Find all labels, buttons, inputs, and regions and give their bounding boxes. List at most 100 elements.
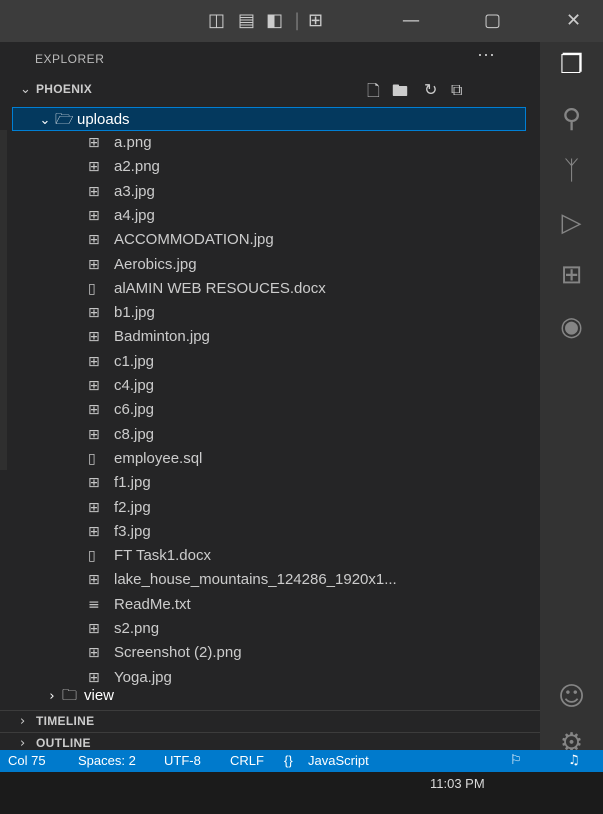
toggle-primary-sidebar-icon[interactable]: ◫ bbox=[208, 10, 225, 31]
file-item[interactable]: ⊞ f1.jpg bbox=[88, 471, 151, 495]
file-name: Badminton.jpg bbox=[114, 328, 210, 346]
folder-icon: 🗀 bbox=[62, 686, 78, 704]
file-item[interactable]: ⊞ c6.jpg bbox=[88, 398, 154, 422]
file-name: f2.jpg bbox=[114, 498, 151, 516]
image-file-icon: ⊞ bbox=[88, 572, 100, 589]
file-item[interactable]: ⊞ Aerobics.jpg bbox=[88, 253, 197, 277]
new-file-icon[interactable]: 🗋 bbox=[367, 80, 380, 107]
image-file-icon: ⊞ bbox=[88, 402, 100, 419]
chevron-right-icon: › bbox=[20, 736, 26, 751]
image-file-icon: ⊞ bbox=[88, 232, 100, 249]
folder-label: view bbox=[84, 687, 115, 704]
notifications-bell-icon[interactable]: ♫ bbox=[568, 750, 580, 772]
file-item[interactable]: ⊞ s2.png bbox=[88, 617, 159, 641]
file-item[interactable]: ⊞ Screenshot (2).png bbox=[88, 641, 242, 665]
image-file-icon: ⊞ bbox=[88, 499, 100, 516]
file-name: c8.jpg bbox=[114, 425, 155, 443]
activity-bar: ❐ ⚲ ᛉ ▷ ⊞ ◉ ☺ ⚙ bbox=[540, 42, 603, 758]
new-folder-icon[interactable]: 🖿 bbox=[392, 80, 408, 107]
restore-button[interactable]: ▢ bbox=[484, 10, 501, 31]
file-name: employee.sql bbox=[114, 449, 203, 467]
file-item[interactable]: ▯ FT Task1.docx bbox=[88, 544, 211, 568]
file-name: Aerobics.jpg bbox=[114, 255, 197, 273]
project-section-header[interactable]: ⌄ PHOENIX bbox=[20, 82, 92, 97]
toggle-secondary-sidebar-icon[interactable]: ◧ bbox=[266, 10, 283, 31]
title-divider: | bbox=[294, 10, 301, 31]
run-and-debug-icon[interactable]: ▷ bbox=[540, 208, 603, 238]
extensions-icon[interactable]: ⊞ bbox=[540, 260, 603, 290]
status-bar: Col 75 Spaces: 2 UTF-8 CRLF {} JavaScrip… bbox=[0, 750, 603, 772]
explorer-header: EXPLORER bbox=[35, 52, 105, 66]
file-item[interactable]: ≡ ReadMe.txt bbox=[88, 593, 191, 617]
file-name: a4.jpg bbox=[114, 206, 155, 224]
language-mode[interactable]: JavaScript bbox=[308, 750, 369, 772]
file-item[interactable]: ⊞ lake_house_mountains_124286_1920x1... bbox=[88, 568, 397, 592]
file-item[interactable]: ⊞ f3.jpg bbox=[88, 520, 151, 544]
file-name: a3.jpg bbox=[114, 182, 155, 200]
file-name: FT Task1.docx bbox=[114, 547, 211, 565]
file-name: ACCOMMODATION.jpg bbox=[114, 231, 274, 249]
image-file-icon: ⊞ bbox=[88, 183, 100, 200]
account-icon[interactable]: ☺ bbox=[540, 682, 603, 712]
text-file-icon: ≡ bbox=[88, 596, 100, 613]
file-name: c6.jpg bbox=[114, 401, 155, 419]
outline-label: OUTLINE bbox=[36, 736, 91, 750]
github-icon[interactable]: ◉ bbox=[540, 312, 603, 342]
more-actions-button[interactable]: ··· bbox=[477, 44, 495, 65]
image-file-icon: ⊞ bbox=[88, 426, 100, 443]
file-item[interactable]: ⊞ c1.jpg bbox=[88, 350, 154, 374]
file-name: c1.jpg bbox=[114, 352, 155, 370]
indentation[interactable]: Spaces: 2 bbox=[78, 750, 136, 772]
encoding[interactable]: UTF-8 bbox=[164, 750, 201, 772]
file-name: s2.png bbox=[114, 620, 160, 637]
chevron-down-icon: ⌄ bbox=[39, 113, 51, 128]
source-control-icon[interactable]: ᛉ bbox=[540, 156, 603, 186]
collapse-all-icon[interactable]: ⧉ bbox=[451, 80, 462, 100]
title-bar: ◫ ▤ ◧ | ⊞ — ▢ ✕ bbox=[0, 0, 603, 42]
file-name: Screenshot (2).png bbox=[114, 644, 242, 662]
explorer-icon[interactable]: ❐ bbox=[540, 50, 603, 80]
outline-section-header[interactable]: › OUTLINE bbox=[20, 736, 91, 751]
image-file-icon: ⊞ bbox=[88, 645, 100, 662]
file-icon: ▯ bbox=[88, 548, 96, 565]
image-file-icon: ⊞ bbox=[88, 329, 100, 346]
refresh-icon[interactable]: ↻ bbox=[424, 80, 437, 99]
file-item[interactable]: ⊞ c4.jpg bbox=[88, 374, 154, 398]
cursor-position[interactable]: Col 75 bbox=[8, 750, 46, 772]
file-item[interactable]: ⊞ a2.png bbox=[88, 155, 160, 179]
file-item[interactable]: ⊞ Badminton.jpg bbox=[88, 325, 210, 349]
search-icon[interactable]: ⚲ bbox=[540, 104, 603, 134]
file-item[interactable]: ▯ employee.sql bbox=[88, 447, 202, 471]
file-item[interactable]: ⊞ a3.jpg bbox=[88, 180, 155, 204]
file-item[interactable]: ⊞ c8.jpg bbox=[88, 423, 154, 447]
file-item[interactable]: ▯ alAMIN WEB RESOUCES.docx bbox=[88, 277, 326, 301]
image-file-icon: ⊞ bbox=[88, 305, 100, 322]
file-item[interactable]: ⊞ ACCOMMODATION.jpg bbox=[88, 228, 274, 252]
image-file-icon: ⊞ bbox=[88, 523, 100, 540]
folder-view[interactable]: › 🗀 view bbox=[12, 684, 524, 706]
clock: 11:03 PM bbox=[430, 776, 485, 791]
image-file-icon: ⊞ bbox=[88, 159, 100, 176]
image-file-icon: ⊞ bbox=[88, 621, 100, 637]
file-item[interactable]: ⊞ a.png bbox=[88, 131, 152, 155]
toggle-panel-icon[interactable]: ▤ bbox=[238, 10, 255, 31]
end-of-line[interactable]: CRLF bbox=[230, 750, 264, 772]
minimize-button[interactable]: — bbox=[402, 10, 420, 31]
close-button[interactable]: ✕ bbox=[566, 10, 581, 31]
file-name: alAMIN WEB RESOUCES.docx bbox=[114, 279, 326, 297]
language-mode-braces: {} bbox=[284, 753, 293, 768]
folder-uploads[interactable]: ⌄ 🗁 uploads bbox=[12, 107, 526, 131]
chevron-right-icon: › bbox=[20, 714, 26, 729]
section-divider-2 bbox=[0, 732, 540, 733]
taskbar: 11:03 PM bbox=[0, 772, 603, 814]
customize-layout-icon[interactable]: ⊞ bbox=[308, 10, 323, 31]
file-item[interactable]: ⊞ a4.jpg bbox=[88, 204, 155, 228]
file-item[interactable]: ⊞ f2.jpg bbox=[88, 496, 151, 520]
timeline-section-header[interactable]: › TIMELINE bbox=[20, 714, 94, 729]
image-file-icon: ⊞ bbox=[88, 207, 100, 224]
file-name: f1.jpg bbox=[114, 474, 151, 492]
file-item[interactable]: ⊞ b1.jpg bbox=[88, 301, 155, 325]
file-name: c4.jpg bbox=[114, 377, 155, 394]
scrollbar[interactable] bbox=[0, 130, 7, 470]
feedback-icon[interactable]: ⚐ bbox=[510, 750, 522, 772]
